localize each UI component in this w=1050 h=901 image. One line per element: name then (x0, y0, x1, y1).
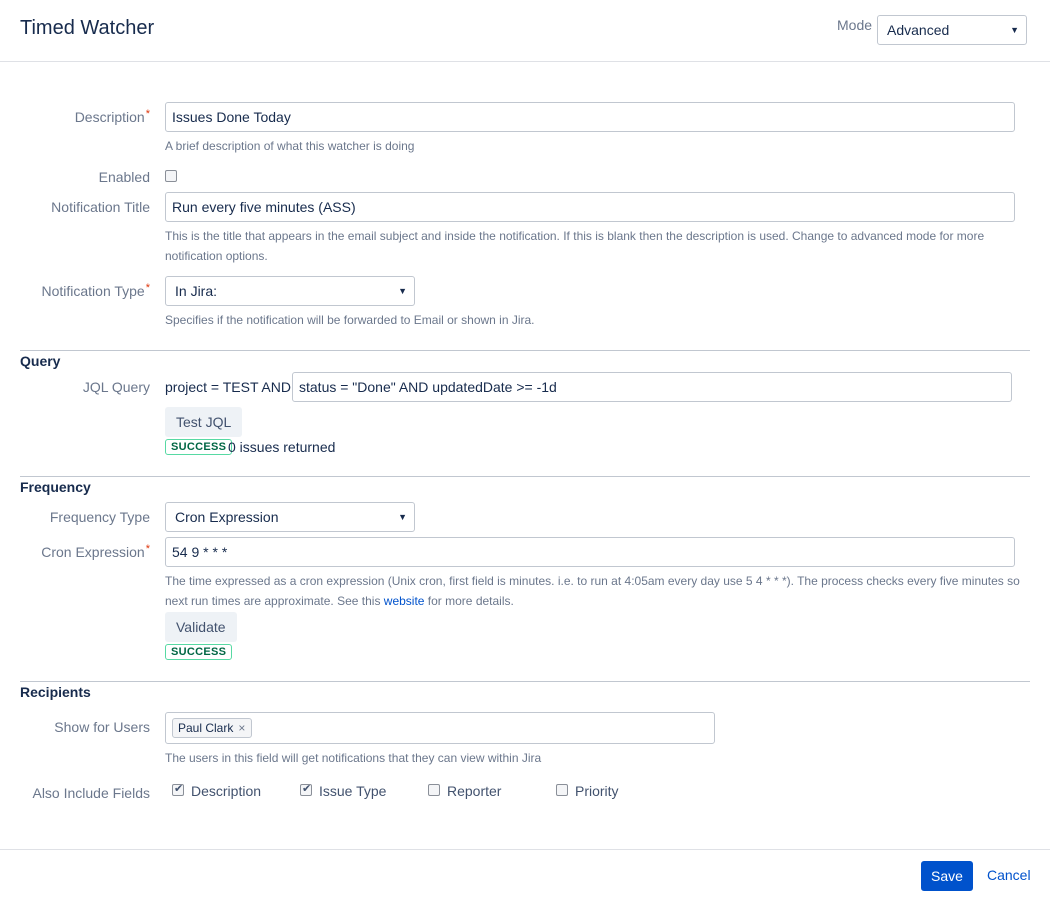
jql-status-badge: SUCCESS (165, 439, 233, 455)
description-label: Description* (74, 108, 150, 125)
cancel-link[interactable]: Cancel (987, 867, 1031, 883)
chevron-down-icon: ▼ (1010, 25, 1019, 35)
field-reporter-checkbox[interactable] (428, 784, 440, 796)
cron-expression-input[interactable]: 54 9 * * * (165, 537, 1015, 567)
page-title: Timed Watcher (20, 17, 155, 39)
mode-label: Mode (837, 17, 873, 33)
required-icon: * (145, 543, 150, 555)
section-divider (20, 681, 1030, 682)
frequency-type-value: Cron Expression (175, 509, 279, 525)
validate-button[interactable]: Validate (165, 612, 237, 642)
website-link[interactable]: website (384, 594, 425, 608)
notification-type-value: In Jira: (175, 283, 218, 299)
cron-help-line2: next run times are approximate. See this… (165, 591, 1025, 611)
mode-select-value: Advanced (887, 22, 950, 38)
include-fields-label: Also Include Fields (32, 785, 150, 801)
field-reporter-label: Reporter (447, 783, 502, 799)
chevron-down-icon: ▼ (398, 512, 407, 522)
field-priority-checkbox[interactable] (556, 784, 568, 796)
description-input[interactable]: Issues Done Today (165, 102, 1015, 132)
field-priority-label: Priority (575, 783, 619, 799)
field-issue-type-label: Issue Type (319, 783, 387, 799)
notification-title-help: This is the title that appears in the em… (165, 226, 1025, 266)
dialog-footer: Save Cancel (0, 849, 1050, 901)
notification-type-help: Specifies if the notification will be fo… (165, 313, 535, 327)
notification-type-label: Notification Type* (41, 282, 150, 299)
query-section-title: Query (20, 353, 61, 369)
notification-type-label-text: Notification Type (41, 283, 145, 299)
section-divider (20, 476, 1030, 477)
user-tag-name: Paul Clark (178, 721, 234, 735)
description-help: A brief description of what this watcher… (165, 139, 415, 153)
save-button[interactable]: Save (921, 861, 973, 891)
recipients-section-title: Recipients (20, 684, 91, 700)
notification-title-help-line1: This is the title that appears in the em… (165, 229, 985, 243)
frequency-type-select[interactable]: Cron Expression ▼ (165, 502, 415, 532)
required-icon: * (145, 282, 150, 294)
jql-prefix: project = TEST AND (165, 379, 291, 395)
notification-type-select[interactable]: In Jira: ▼ (165, 276, 415, 306)
watcher-form: Description* Issues Done Today A brief d… (0, 63, 1050, 849)
jql-input[interactable]: status = "Done" AND updatedDate >= -1d (292, 372, 1012, 402)
jql-label: JQL Query (82, 379, 150, 395)
user-tag: Paul Clark × (172, 718, 253, 738)
test-jql-button[interactable]: Test JQL (165, 407, 243, 437)
notification-title-label: Notification Title (51, 199, 150, 215)
cron-help-line2-pre: next run times are approximate. See this (165, 594, 384, 608)
enabled-label: Enabled (98, 169, 150, 185)
close-icon[interactable]: × (238, 721, 245, 735)
cron-expression-label: Cron Expression* (41, 543, 150, 560)
cron-status-badge: SUCCESS (165, 644, 233, 660)
enabled-checkbox[interactable] (165, 170, 177, 182)
cron-expression-help: The time expressed as a cron expression … (165, 571, 1025, 611)
user-picker-input[interactable]: Paul Clark × (165, 712, 715, 744)
section-divider (20, 350, 1030, 351)
show-users-label: Show for Users (54, 719, 150, 735)
field-issue-type-checkbox[interactable] (300, 782, 312, 796)
notification-title-help-line2: notification options. (165, 249, 268, 263)
cron-help-line1: The time expressed as a cron expression … (165, 574, 1020, 588)
jql-result-text: 0 issues returned (228, 439, 336, 455)
cron-help-line2-post: for more details. (424, 594, 514, 608)
dialog-header: Timed Watcher Mode Advanced ▼ (0, 0, 1050, 62)
users-help: The users in this field will get notific… (165, 751, 542, 765)
field-description-label: Description (191, 783, 262, 799)
mode-select[interactable]: Advanced ▼ (877, 15, 1027, 45)
required-icon: * (145, 108, 150, 120)
notification-title-input[interactable]: Run every five minutes (ASS) (165, 192, 1015, 222)
frequency-type-label: Frequency Type (49, 509, 150, 525)
cron-expression-label-text: Cron Expression (41, 544, 145, 560)
field-description-checkbox[interactable] (172, 782, 184, 796)
frequency-section-title: Frequency (20, 479, 91, 495)
description-label-text: Description (74, 109, 145, 125)
chevron-down-icon: ▼ (398, 286, 407, 296)
